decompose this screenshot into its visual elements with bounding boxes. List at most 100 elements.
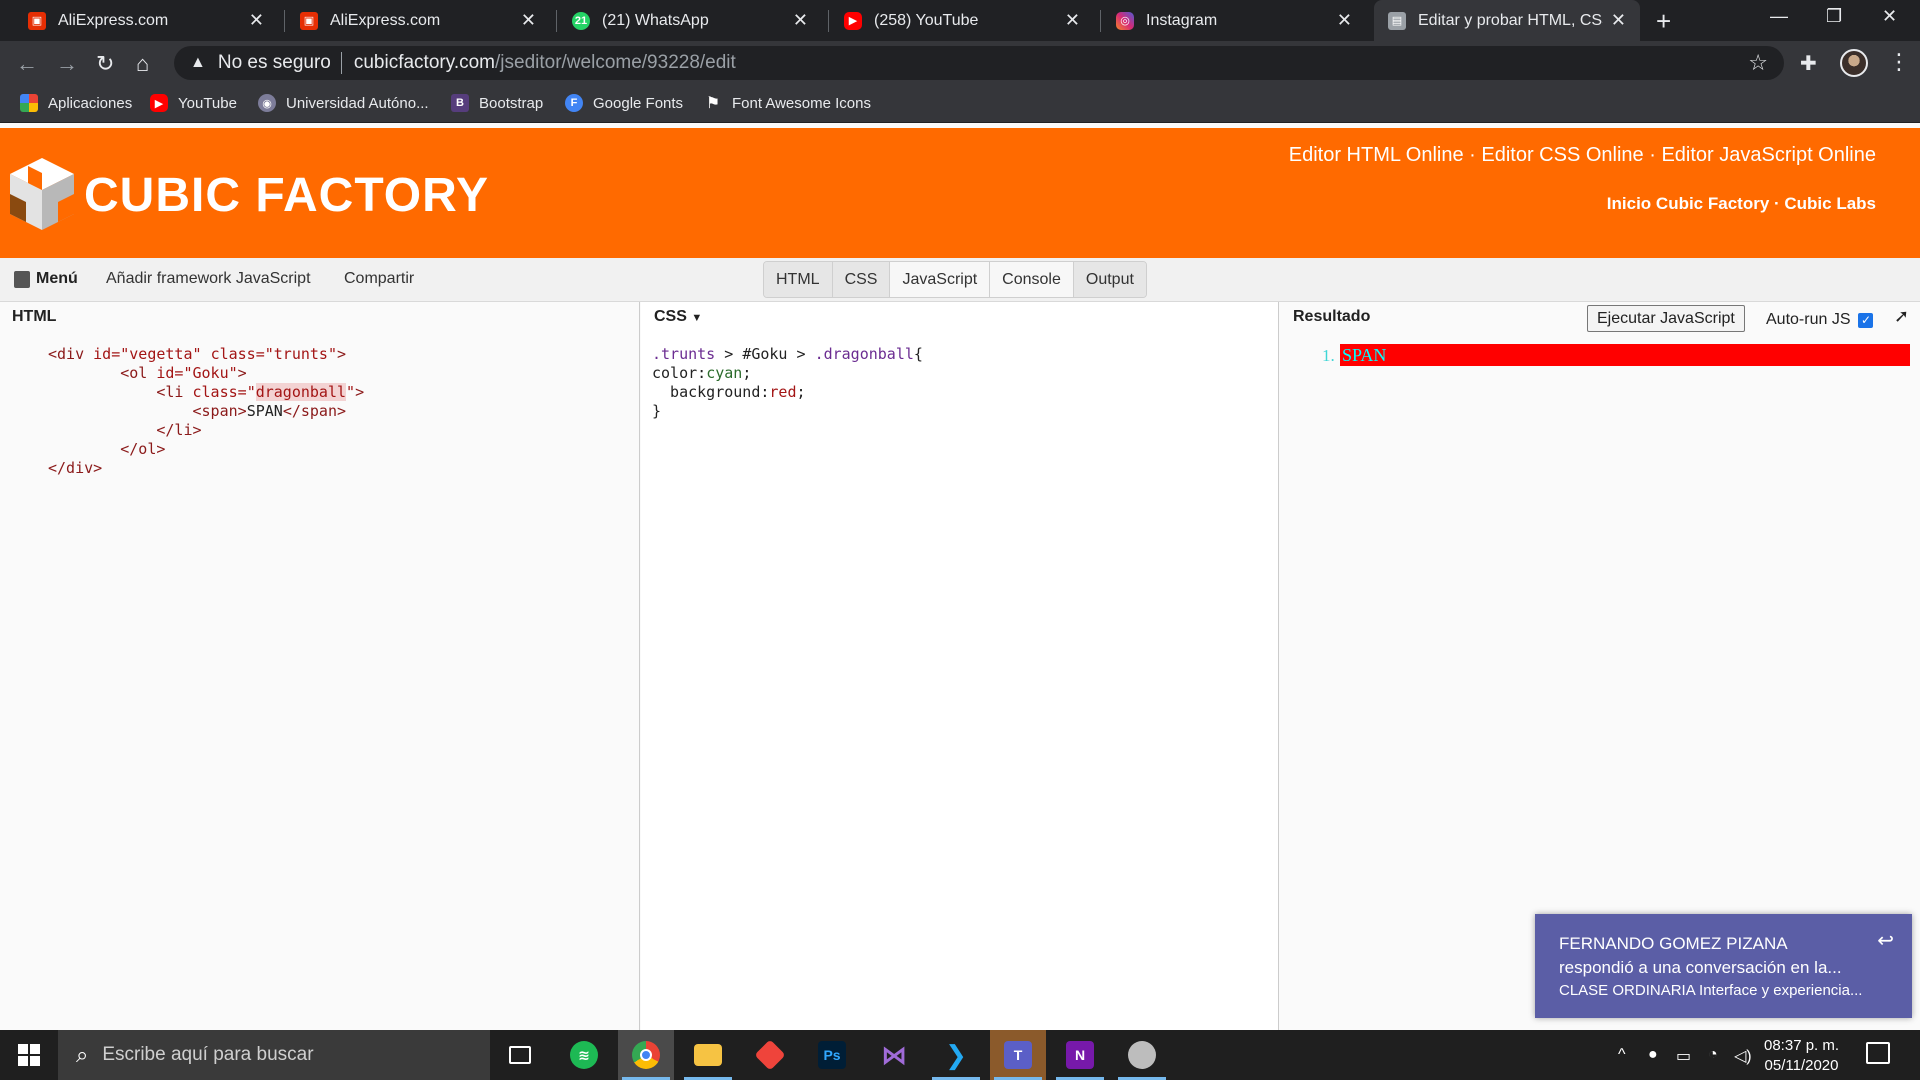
tab-css[interactable]: CSS <box>832 262 891 297</box>
vscode-icon[interactable]: ❯ <box>928 1030 984 1080</box>
browser-tab-cubicfactory[interactable]: ▤ Editar y probar HTML, CSS y ✕ <box>1374 0 1640 41</box>
battery-icon[interactable]: ▭ <box>1676 1046 1691 1066</box>
html-editor-pane[interactable]: HTML <div id="vegetta" class="trunts"> <… <box>0 302 640 1030</box>
bookmark-apps[interactable]: Aplicaciones <box>20 94 132 112</box>
autorun-toggle[interactable]: Auto-run JS ✓ <box>1766 311 1874 329</box>
code-token: "vegetta" <box>120 345 211 363</box>
css-editor-pane[interactable]: CSS ▼ .trunts > #Goku > .dragonball{ col… <box>641 302 1279 1030</box>
html-code[interactable]: <div id="vegetta" class="trunts"> <ol id… <box>48 345 364 478</box>
taskbar-clock[interactable]: 08:37 p. m. 05/11/2020 <box>1764 1036 1839 1076</box>
close-icon[interactable]: ✕ <box>249 10 264 31</box>
header-sub-links[interactable]: Inicio Cubic Factory · Cubic Labs <box>1607 194 1876 214</box>
cube-logo-icon[interactable] <box>8 156 76 232</box>
notification-context: CLASE ORDINARIA Interface y experiencia.… <box>1559 982 1863 999</box>
spotify-icon[interactable]: ≋ <box>556 1030 612 1080</box>
kebab-menu-icon[interactable]: ⋮ <box>1888 49 1910 75</box>
code-token: class= <box>210 345 265 363</box>
header-editor-links[interactable]: Editor HTML Online · Editor CSS Online ·… <box>1289 144 1876 167</box>
microphone-icon[interactable]: ● <box>1648 1046 1658 1064</box>
browser-tab-youtube[interactable]: ▶ (258) YouTube ✕ <box>830 0 1094 41</box>
site-logo-text[interactable]: CUBIC FACTORY <box>84 168 489 223</box>
autorun-checkbox[interactable]: ✓ <box>1858 312 1874 328</box>
home-icon[interactable]: ⌂ <box>136 51 149 77</box>
profile-avatar[interactable] <box>1840 49 1868 77</box>
chrome-icon[interactable] <box>618 1030 674 1080</box>
restore-icon[interactable]: ❐ <box>1826 6 1842 27</box>
css-pane-title[interactable]: CSS ▼ <box>654 308 702 326</box>
onenote-icon[interactable]: N <box>1052 1030 1108 1080</box>
browser-tab-instagram[interactable]: ◎ Instagram ✕ <box>1102 0 1366 41</box>
tab-html[interactable]: HTML <box>764 262 833 297</box>
menu-button[interactable]: Menú <box>14 270 78 288</box>
browser-tab-aliexpress-1[interactable]: ▣ AliExpress.com ✕ <box>14 0 278 41</box>
code-token: <div <box>48 345 94 363</box>
run-javascript-button[interactable]: Ejecutar JavaScript <box>1587 305 1745 332</box>
new-tab-button[interactable]: + <box>1656 6 1671 37</box>
tab-divider <box>284 10 285 32</box>
bookmark-bootstrap[interactable]: B Bootstrap <box>451 94 543 112</box>
close-icon[interactable]: ✕ <box>521 10 536 31</box>
youtube-icon: ▶ <box>844 11 862 30</box>
reply-arrow-icon[interactable]: ↩ <box>1877 928 1894 953</box>
close-icon[interactable]: ✕ <box>1065 10 1080 31</box>
search-placeholder: Escribe aquí para buscar <box>102 1044 314 1065</box>
chevron-up-icon[interactable]: ^ <box>1618 1046 1626 1064</box>
anydesk-icon[interactable] <box>742 1030 798 1080</box>
clock-time: 08:37 p. m. <box>1764 1037 1840 1054</box>
visual-studio-icon[interactable]: ⋈ <box>866 1030 922 1080</box>
menu-book-icon <box>14 270 30 288</box>
search-icon: ⌕ <box>76 1042 89 1067</box>
tab-output[interactable]: Output <box>1073 262 1146 297</box>
close-icon[interactable]: ✕ <box>1611 10 1626 31</box>
minimize-icon[interactable]: — <box>1770 6 1788 27</box>
windows-start-icon[interactable] <box>18 1044 40 1066</box>
css-code[interactable]: .trunts > #Goku > .dragonball{ color:cya… <box>652 345 923 421</box>
share-button[interactable]: Compartir <box>344 270 414 288</box>
reload-icon[interactable]: ↻ <box>96 51 114 77</box>
code-token: > <box>715 345 743 363</box>
action-center-icon[interactable] <box>1866 1042 1890 1064</box>
address-bar[interactable]: ▲ No es seguro cubicfactory.com/jseditor… <box>174 46 1784 80</box>
apps-grid-icon <box>20 94 38 112</box>
code-token: " <box>346 383 356 401</box>
task-view-icon[interactable] <box>492 1030 548 1080</box>
css-title-label: CSS <box>654 308 687 325</box>
disc-app-icon[interactable] <box>1114 1030 1170 1080</box>
site-header: CUBIC FACTORY Editor HTML Online · Edito… <box>0 128 1920 258</box>
tab-javascript[interactable]: JavaScript <box>890 262 991 297</box>
editor-menubar: Menú Añadir framework JavaScript Compart… <box>0 258 1920 302</box>
code-token: "Goku" <box>183 364 238 382</box>
extensions-puzzle-icon[interactable]: ✚ <box>1800 51 1817 76</box>
windows-taskbar: ⌕ Escribe aquí para buscar ≋ Ps ⋈ ❯ T N … <box>0 1030 1920 1080</box>
bookmark-font-awesome[interactable]: ⚑ Font Awesome Icons <box>704 94 871 113</box>
file-explorer-icon[interactable] <box>680 1030 736 1080</box>
bookmark-google-fonts[interactable]: F Google Fonts <box>565 94 683 112</box>
close-icon[interactable]: ✕ <box>793 10 808 31</box>
window-close-icon[interactable]: ✕ <box>1882 6 1897 27</box>
code-token: { <box>913 345 923 363</box>
security-label[interactable]: No es seguro <box>218 52 331 74</box>
warning-icon[interactable]: ▲ <box>190 54 206 72</box>
aliexpress-icon: ▣ <box>28 11 46 30</box>
teams-notification[interactable]: FERNANDO GOMEZ PIZANA respondió a una co… <box>1535 914 1912 1018</box>
add-framework-button[interactable]: Añadir framework JavaScript <box>106 270 311 288</box>
taskbar-search-input[interactable]: ⌕ Escribe aquí para buscar <box>58 1030 490 1080</box>
back-arrow-icon[interactable]: ← <box>16 51 38 77</box>
bookmark-university[interactable]: ◉ Universidad Autóno... <box>258 94 429 112</box>
code-token: </ol> <box>120 440 166 458</box>
photoshop-icon[interactable]: Ps <box>804 1030 860 1080</box>
forward-arrow-icon[interactable]: → <box>56 51 78 77</box>
teams-icon[interactable]: T <box>990 1030 1046 1080</box>
popout-arrow-icon[interactable]: ➚ <box>1894 306 1909 327</box>
wifi-icon[interactable]: ◔ <box>1708 1046 1718 1064</box>
instagram-icon: ◎ <box>1116 11 1134 30</box>
browser-tab-whatsapp[interactable]: 21 (21) WhatsApp ✕ <box>558 0 822 41</box>
tab-title: Instagram <box>1146 11 1218 29</box>
tab-console[interactable]: Console <box>990 262 1074 297</box>
bookmark-youtube[interactable]: ▶ YouTube <box>150 94 237 112</box>
close-icon[interactable]: ✕ <box>1337 10 1352 31</box>
bookmark-star-icon[interactable]: ☆ <box>1748 50 1768 76</box>
document-icon: ▤ <box>1388 11 1406 30</box>
volume-icon[interactable]: ◁) <box>1734 1046 1752 1066</box>
browser-tab-aliexpress-2[interactable]: ▣ AliExpress.com ✕ <box>286 0 550 41</box>
